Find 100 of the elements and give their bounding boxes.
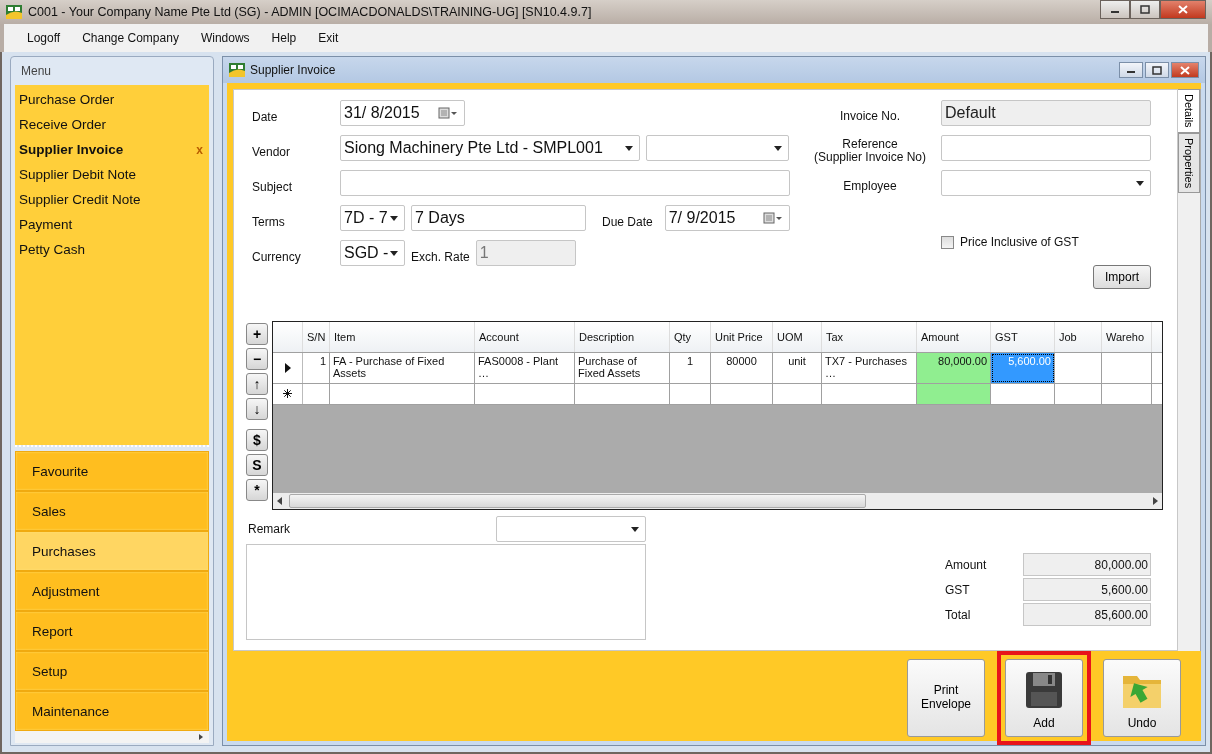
total-value: 85,600.00 [1023, 603, 1151, 626]
module-button[interactable]: Adjustment [15, 571, 209, 611]
field-label: Invoice No. [839, 107, 901, 123]
menu-list-item[interactable]: Supplier Credit Note [15, 187, 209, 212]
column-header[interactable]: Tax [822, 321, 917, 352]
column-header[interactable]: Item [330, 321, 475, 352]
date-field[interactable]: 31/ 8/2015 [340, 100, 465, 126]
scroll-bar[interactable] [15, 731, 209, 743]
menu-list-item[interactable]: Petty Cash [15, 237, 209, 262]
column-header[interactable]: Unit Price [711, 321, 773, 352]
app-logo-icon [6, 5, 22, 19]
dropdown-icon [1136, 180, 1144, 186]
add-button[interactable]: Add [1005, 659, 1083, 737]
maximize-icon [1152, 65, 1162, 75]
total-value: 5,600.00 [1023, 578, 1151, 601]
menu-item[interactable]: Logoff [18, 31, 70, 45]
dropdown-icon [390, 250, 398, 256]
grid-tool-button[interactable]: ↑ [246, 372, 268, 395]
table-cell[interactable]: TX7 - Purchases … [822, 352, 917, 383]
import-button[interactable]: Import [1093, 265, 1151, 289]
maximize-button[interactable] [1130, 0, 1160, 19]
window-title: C001 - Your Company Name Pte Ltd (SG) - ADMIN [OCIMACDONALDS\TRAINING-UG] [SN10.4.9.7] [28, 5, 592, 19]
close-icon [1178, 5, 1188, 14]
total-label: GST [945, 582, 971, 597]
table-cell[interactable]: 80,000.00 [917, 352, 991, 383]
column-header[interactable]: Amount [917, 321, 991, 352]
total-label: Total [945, 607, 972, 622]
undo-button[interactable]: Undo [1103, 659, 1181, 737]
column-header[interactable]: Description [575, 321, 670, 352]
horizontal-scroll-bar[interactable] [273, 493, 1162, 509]
dropdown-icon [625, 145, 633, 151]
table-cell[interactable]: FAS0008 - Plant … [475, 352, 575, 383]
menu-list-item[interactable]: Payment [15, 212, 209, 237]
new-row-icon [283, 389, 292, 399]
due-date-field[interactable]: 7/ 9/2015 [664, 205, 790, 231]
column-header[interactable]: Account [475, 321, 575, 352]
module-button[interactable]: Maintenance [15, 691, 209, 731]
menu-list-item[interactable]: Purchase Order [15, 87, 209, 112]
module-button[interactable]: Favourite [15, 451, 209, 491]
grid-tool-button[interactable]: S [246, 453, 268, 476]
column-header[interactable]: Qty [670, 321, 711, 352]
table-cell[interactable]: Purchase of Fixed Assets [575, 352, 670, 383]
total-label: Amount [945, 557, 988, 572]
grid-tool-button[interactable]: − [246, 347, 268, 370]
document-title: Supplier Invoice [250, 63, 336, 77]
maximize-icon [1140, 5, 1150, 14]
menu-item[interactable]: Help [262, 31, 306, 45]
column-header[interactable]: S/N [303, 321, 330, 352]
terms-dropdown[interactable]: 7D - 7 [340, 205, 405, 231]
table-cell[interactable]: FA - Purchase of Fixed Assets [330, 352, 475, 383]
total-value: 80,000.00 [1023, 553, 1151, 576]
vendor-dropdown[interactable]: Siong Machinery Pte Ltd - SMPL001 [340, 135, 640, 161]
grid-tool-button[interactable]: ↓ [246, 397, 268, 420]
field-label: Currency [251, 249, 302, 264]
field-label: Due Date [601, 214, 654, 229]
scroll-right-icon [1152, 497, 1158, 505]
column-header[interactable]: Wareho [1102, 321, 1152, 352]
menu-list-item[interactable]: Receive Order [15, 112, 209, 137]
calendar-icon [762, 212, 783, 224]
side-tab[interactable]: Properties [1178, 132, 1200, 193]
subject-field[interactable] [340, 170, 790, 196]
module-button[interactable]: Sales [15, 491, 209, 531]
scroll-arrow-icon [197, 733, 205, 741]
field-label: Vendor [251, 144, 292, 159]
maximize-button[interactable] [1145, 62, 1169, 78]
close-button[interactable] [1171, 62, 1199, 78]
menu-list-item[interactable]: Supplier Debit Note [15, 162, 209, 187]
side-tab[interactable]: Details [1178, 89, 1200, 133]
scroll-left-icon [277, 497, 283, 505]
column-header[interactable]: GST [991, 321, 1055, 352]
checkbox-label: Price Inclusive of GST [960, 235, 1079, 249]
calendar-icon [438, 107, 458, 119]
dropdown-icon [390, 215, 398, 221]
menu-item[interactable]: Change Company [73, 31, 188, 45]
close-button[interactable] [1160, 0, 1206, 19]
reference-field[interactable] [941, 135, 1151, 161]
field-label: Remark [247, 522, 290, 536]
checkbox[interactable] [941, 235, 954, 249]
grid-tool-button[interactable]: * [246, 478, 268, 501]
terms-field[interactable]: 7 Days [411, 205, 586, 231]
menu-list-item[interactable]: Supplier Invoice x [15, 137, 209, 162]
dropdown-icon [631, 526, 639, 532]
module-button[interactable]: Purchases [15, 531, 209, 571]
menu-item[interactable]: Windows [191, 31, 259, 45]
currency-dropdown[interactable]: SGD - [340, 240, 405, 266]
remark-field[interactable] [246, 544, 646, 640]
dropdown-icon [774, 145, 782, 151]
field-label: Employee [842, 177, 898, 193]
column-header[interactable]: UOM [773, 321, 822, 352]
menu-item[interactable]: Exit [309, 31, 348, 45]
module-button[interactable]: Setup [15, 651, 209, 691]
print-envelope-button[interactable]: Print Envelope [907, 659, 985, 737]
minimize-button[interactable] [1100, 0, 1130, 19]
module-button[interactable]: Report [15, 611, 209, 651]
field-label: Exch. Rate [411, 249, 470, 264]
minimize-button[interactable] [1119, 62, 1143, 78]
grid-tool-button[interactable]: + [246, 322, 268, 345]
field-label: Terms [251, 214, 286, 229]
column-header[interactable]: Job [1055, 321, 1102, 352]
grid-tool-button[interactable]: $ [246, 428, 268, 451]
